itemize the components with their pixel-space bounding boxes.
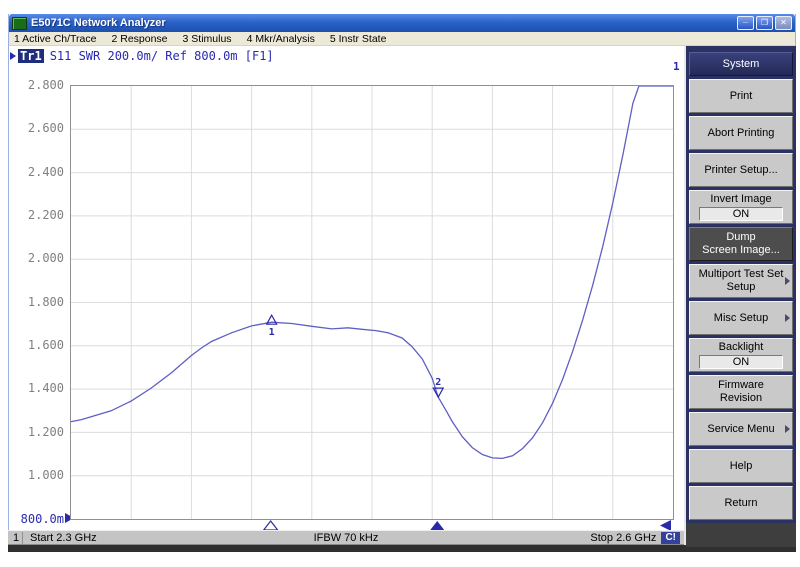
stimulus-marker-1-icon[interactable] [264,521,278,530]
softkey-label: Printer Setup... [704,164,777,177]
marker-2-number: 2 [435,377,441,388]
submenu-arrow-icon [785,314,790,322]
status-bar: 1 Start 2.3 GHz IFBW 70 kHz Stop 2.6 GHz… [8,530,684,545]
y-axis-label: 2.400 [4,166,64,178]
window-title: E5071C Network Analyzer [31,17,166,29]
trace-markers[interactable]: 12 [267,315,444,397]
reference-level-label: 800.0m [4,512,64,526]
app-icon [12,17,27,30]
menu-item-mkr-analysis[interactable]: 4 Mkr/Analysis [247,33,315,45]
restore-button[interactable] [756,16,773,30]
softkey-label: Help [730,460,753,473]
y-axis-label: 1.600 [4,339,64,351]
softkey-abort-printing[interactable]: Abort Printing [689,116,793,150]
softkey-firmware-revision[interactable]: Firmware Revision [689,375,793,409]
y-axis-label: 2.800 [4,79,64,91]
window-controls [737,16,792,30]
softkey-label: Return [724,497,757,510]
menu-item-instr-state[interactable]: 5 Instr State [330,33,387,45]
marker-1-number: 1 [269,327,275,338]
softkey-dump-screen-image[interactable]: Dump Screen Image... [689,227,793,261]
submenu-arrow-icon [785,425,790,433]
stimulus-marker-triangles[interactable] [264,521,445,530]
y-axis-label: 2.600 [4,122,64,134]
y-axis-label: 1.000 [4,469,64,481]
y-axis-label: 1.200 [4,426,64,438]
softkey-multiport-test-set-setup[interactable]: Multiport Test Set Setup [689,264,793,298]
softkey-menu-header: System [689,52,793,76]
softkey-state-display: ON [699,355,783,369]
stimulus-marker-2-icon[interactable] [430,521,444,530]
softkey-service-menu[interactable]: Service Menu [689,412,793,446]
y-axis-label: 1.800 [4,296,64,308]
softkey-backlight[interactable]: Backlight ON [689,338,793,372]
menu-item-stimulus[interactable]: 3 Stimulus [183,33,232,45]
trace-number-chip: Tr1 [18,49,44,63]
cal-status-badge: C! [661,532,680,544]
y-axis-label: 2.000 [4,252,64,264]
softkey-print[interactable]: Print [689,79,793,113]
softkey-help[interactable]: Help [689,449,793,483]
softkey-label: Invert Image [710,193,771,206]
softkey-label: Misc Setup [714,312,768,325]
softkey-misc-setup[interactable]: Misc Setup [689,301,793,335]
y-axis-label: 1.400 [4,382,64,394]
softkey-label: Dump Screen Image... [702,231,780,257]
softkey-printer-setup[interactable]: Printer Setup... [689,153,793,187]
menu-item-active-ch-trace[interactable]: 1 Active Ch/Trace [14,33,96,45]
softkey-sidebar: System Print Abort Printing Printer Setu… [684,46,796,545]
softkey-label: Backlight [719,341,764,354]
graticule: 12 [70,85,674,520]
y-axis-label: 2.200 [4,209,64,221]
swr-plot: 12 [71,86,673,519]
softkey-label: Abort Printing [708,127,775,140]
softkey-invert-image[interactable]: Invert Image ON [689,190,793,224]
softkey-return[interactable]: Return [689,486,793,520]
stop-frequency: Stop 2.6 GHz [590,532,656,544]
minimize-button[interactable] [737,16,754,30]
app-bottom-strip [8,545,796,552]
grid-lines [71,86,673,519]
submenu-arrow-icon [785,277,790,285]
screenshot-stage: E5071C Network Analyzer 1 Active Ch/Trac… [0,0,800,567]
trace-select-arrow-icon [10,52,16,60]
softkey-label: Firmware Revision [718,379,764,405]
menu-bar: 1 Active Ch/Trace 2 Response 3 Stimulus … [9,32,795,46]
title-bar: E5071C Network Analyzer [9,14,795,32]
trace-description: S11 SWR 200.0m/ Ref 800.0m [F1] [50,49,274,63]
menu-item-response[interactable]: 2 Response [111,33,167,45]
ifbw-readout: IFBW 70 kHz [8,532,684,544]
trace-end-number: 1 [673,60,680,73]
softkey-label: Print [730,90,753,103]
softkey-label: Service Menu [707,423,774,436]
softkey-label: Multiport Test Set Setup [699,268,784,294]
softkey-state-display: ON [699,207,783,221]
sidebar-filler [686,523,796,547]
close-button[interactable] [775,16,792,30]
trace-status-line[interactable]: Tr1 S11 SWR 200.0m/ Ref 800.0m [F1] [10,49,274,62]
